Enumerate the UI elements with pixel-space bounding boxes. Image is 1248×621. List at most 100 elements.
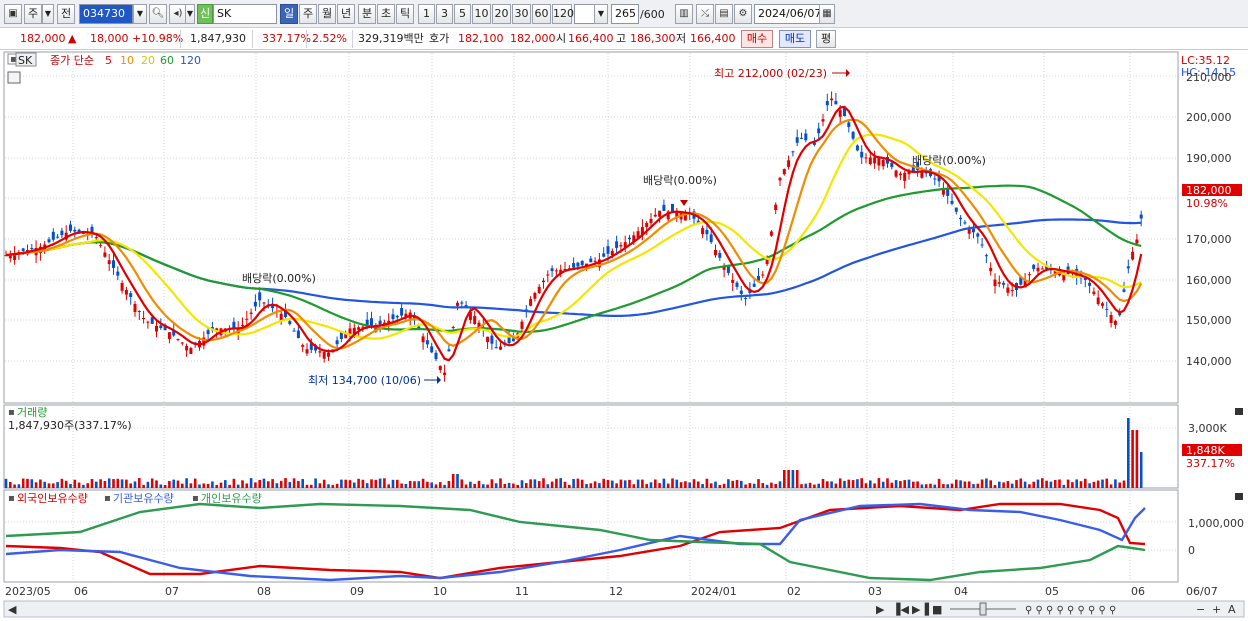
volume-bar bbox=[193, 478, 197, 488]
volume-panel-close-icon[interactable] bbox=[1235, 408, 1243, 415]
volume-bar bbox=[301, 479, 304, 488]
interval-10-button[interactable]: 10 bbox=[472, 4, 491, 24]
candle-body bbox=[494, 347, 498, 349]
candle-body bbox=[731, 279, 735, 283]
volume-bar bbox=[555, 478, 558, 488]
volume-bar bbox=[305, 484, 309, 488]
candle-body bbox=[206, 330, 210, 335]
candle-body bbox=[705, 229, 709, 235]
period-year-button[interactable]: 년 bbox=[337, 4, 355, 24]
volume-bar bbox=[778, 481, 782, 488]
stock-code-input[interactable]: 034730 bbox=[79, 4, 133, 24]
candle-body bbox=[735, 282, 739, 287]
interval-20-button[interactable]: 20 bbox=[492, 4, 511, 24]
interval-1-button[interactable]: 1 bbox=[418, 4, 435, 24]
candle-body bbox=[602, 253, 606, 257]
volume-bar bbox=[533, 479, 537, 488]
speaker-dropdown-icon[interactable]: ▼ bbox=[185, 4, 195, 24]
volume-bar bbox=[598, 483, 601, 488]
volume-bar bbox=[959, 480, 962, 488]
volume-bar bbox=[632, 484, 636, 488]
interval-60-button[interactable]: 60 bbox=[532, 4, 551, 24]
chart-menu-icon[interactable]: ▣ bbox=[4, 4, 22, 24]
stock-code-dropdown-icon[interactable]: ▼ bbox=[133, 4, 147, 24]
holdings-panel-close-icon[interactable] bbox=[1235, 493, 1243, 500]
candle-body bbox=[443, 372, 447, 376]
volume-bar bbox=[21, 478, 25, 488]
period-main-button[interactable]: 주 bbox=[24, 4, 42, 24]
volume-bar bbox=[116, 478, 120, 488]
period-dropdown-arrow-icon[interactable]: ▼ bbox=[42, 4, 54, 24]
volume-bar bbox=[955, 479, 958, 488]
zoom-in-icon[interactable]: + bbox=[1212, 603, 1221, 616]
volume-bar bbox=[34, 482, 38, 488]
interval-5-button[interactable]: 5 bbox=[454, 4, 471, 24]
price-panel-code: SK bbox=[18, 54, 33, 67]
volume-bar bbox=[1075, 479, 1078, 488]
jump-prev-icon[interactable]: ▐◀ bbox=[892, 602, 909, 616]
x-label-2023-05: 2023/05 bbox=[5, 585, 51, 598]
legend-institution: 기관보유수량 bbox=[113, 492, 174, 505]
volume-bar bbox=[322, 479, 326, 488]
jump-next-icon[interactable]: ▶▐ bbox=[912, 602, 929, 616]
period-minute-button[interactable]: 분 bbox=[358, 4, 376, 24]
candle-body bbox=[855, 145, 859, 151]
candle-body bbox=[499, 346, 502, 350]
turnover-rate: 2.52% bbox=[312, 32, 347, 45]
auto-scale-icon[interactable]: A bbox=[1228, 603, 1236, 616]
x-axis: 2023/05 06 07 08 09 10 11 12 2024/01 02 … bbox=[5, 585, 1218, 598]
period-tick-button[interactable]: 틱 bbox=[396, 4, 414, 24]
candle-body bbox=[430, 346, 434, 353]
volume-bar bbox=[834, 483, 838, 488]
price-change: 18,000 bbox=[90, 32, 129, 45]
period-day-button[interactable]: 일 bbox=[280, 4, 298, 24]
volume-bar bbox=[761, 483, 765, 488]
candle-body bbox=[167, 332, 171, 340]
calendar-icon[interactable]: ▦ bbox=[819, 4, 835, 24]
buy-button[interactable]: 매수 bbox=[741, 30, 773, 48]
volume-bar bbox=[628, 479, 631, 488]
candle-body bbox=[189, 348, 193, 354]
zoom-slider-handle[interactable] bbox=[979, 602, 987, 616]
scroll-right-icon[interactable]: ▶ bbox=[876, 603, 885, 616]
data-count-input[interactable]: 265 bbox=[611, 4, 639, 24]
volume-bar bbox=[774, 483, 777, 488]
volume-bar bbox=[907, 479, 911, 488]
settings-gear-icon[interactable]: ⚙ bbox=[734, 4, 752, 24]
interval-120-button[interactable]: 120 bbox=[552, 4, 574, 24]
volume-bar bbox=[503, 483, 507, 488]
x-label-06: 06 bbox=[74, 585, 88, 598]
tool-icons[interactable]: ⚲ ⚲ ⚲ ⚲ ⚲ ⚲ ⚲ ⚲ ⚲ bbox=[1025, 605, 1116, 616]
volume-bar bbox=[1041, 478, 1044, 488]
search-icon[interactable]: 🔍︎ bbox=[149, 4, 167, 24]
interval-30-button[interactable]: 30 bbox=[512, 4, 531, 24]
zoom-out-icon[interactable]: − bbox=[1196, 603, 1205, 616]
period-second-button[interactable]: 초 bbox=[377, 4, 395, 24]
interval-3-button[interactable]: 3 bbox=[436, 4, 453, 24]
custom-interval-dropdown-icon[interactable]: ▼ bbox=[594, 4, 608, 24]
volume-bar bbox=[912, 481, 915, 488]
trend-tool-icon[interactable]: ⤯ bbox=[696, 4, 714, 24]
candle-body bbox=[490, 335, 494, 344]
flat-button[interactable]: 평 bbox=[816, 30, 836, 48]
date-input[interactable]: 2024/06/07 bbox=[754, 4, 821, 24]
candle-body bbox=[890, 162, 894, 168]
volume-bar bbox=[86, 483, 89, 488]
sell-button[interactable]: 매도 bbox=[779, 30, 811, 48]
legend-individual: 개인보유수량 bbox=[201, 492, 262, 505]
chart-type-icon[interactable]: ▥ bbox=[675, 4, 693, 24]
prev-button[interactable]: 전 bbox=[57, 4, 75, 24]
stock-name-field[interactable]: SK bbox=[213, 4, 277, 24]
stop-icon[interactable]: ■ bbox=[932, 603, 942, 616]
grid-toggle-icon[interactable] bbox=[7, 71, 21, 84]
volume-bar bbox=[26, 478, 29, 488]
volume-y-tick: 3,000K bbox=[1188, 422, 1227, 435]
candle-body bbox=[185, 346, 189, 351]
period-month-button[interactable]: 월 bbox=[318, 4, 336, 24]
volume-bar bbox=[292, 478, 296, 488]
period-week-button[interactable]: 주 bbox=[299, 4, 317, 24]
candle-body bbox=[1040, 268, 1044, 270]
save-icon[interactable]: ▤ bbox=[715, 4, 733, 24]
scroll-left-icon[interactable]: ◀ bbox=[8, 603, 17, 616]
volume-bar bbox=[494, 483, 498, 488]
